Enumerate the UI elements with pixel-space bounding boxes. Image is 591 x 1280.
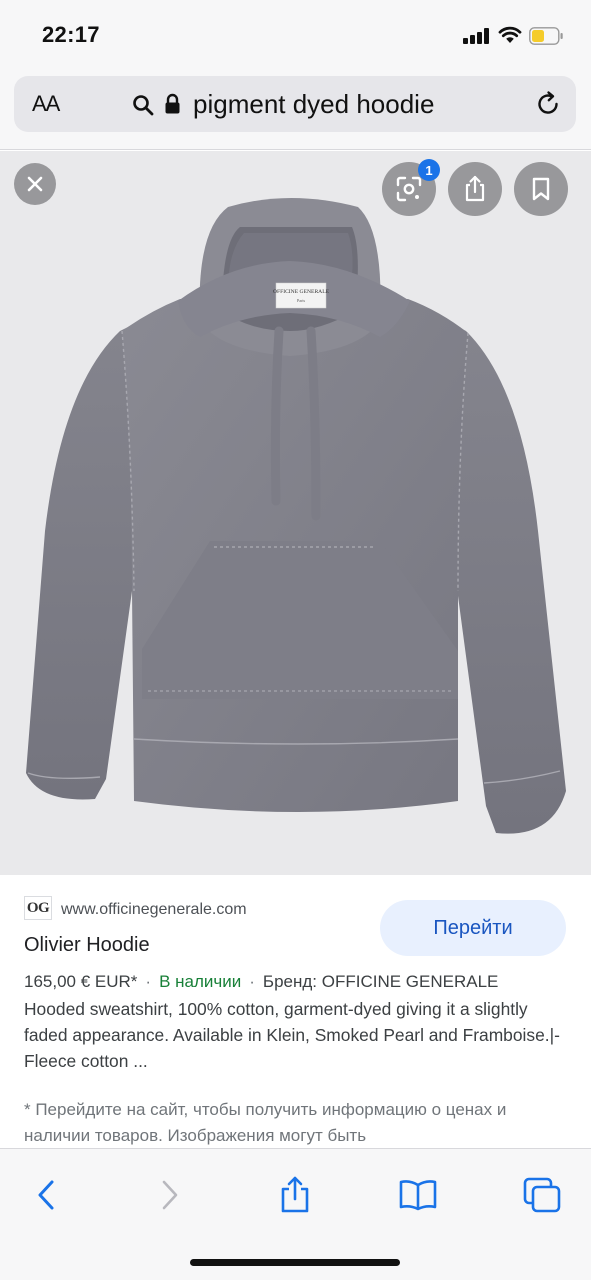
back-button[interactable]: [26, 1175, 66, 1215]
browser-address-area: AA pigment dyed hoodie: [0, 70, 591, 150]
bookmarks-icon: [399, 1180, 437, 1211]
bookmarks-button[interactable]: [398, 1175, 438, 1215]
product-brand: Бренд: OFFICINE GENERALE: [262, 972, 499, 991]
reload-icon[interactable]: [534, 90, 562, 118]
product-title[interactable]: Olivier Hoodie: [24, 934, 150, 957]
site-url[interactable]: www.officinegenerale.com: [61, 901, 247, 919]
tabs-button[interactable]: [522, 1175, 562, 1215]
home-indicator: [190, 1259, 400, 1266]
hoodie-tag-brand: OFFICINE GENERALE: [273, 289, 330, 295]
image-viewer: OFFICINE GENERALE Paris 1: [0, 151, 591, 875]
search-icon: [133, 95, 154, 116]
status-time: 22:17: [42, 22, 100, 47]
text-size-button[interactable]: AA: [32, 90, 60, 118]
back-icon: [38, 1180, 54, 1210]
site-logo: OG: [24, 896, 52, 920]
lock-icon: [165, 93, 180, 114]
product-meta: 165,00 € EUR* · В наличии · Бренд: OFFICINE …: [24, 972, 499, 991]
address-bar[interactable]: AA pigment dyed hoodie: [14, 76, 576, 132]
close-image-button[interactable]: [14, 163, 56, 205]
visit-site-button[interactable]: Перейти: [380, 900, 566, 956]
share-icon: [465, 175, 485, 202]
price-disclaimer: * Перейдите на сайт, чтобы получить инфо…: [24, 1100, 507, 1145]
product-description: Hooded sweatshirt, 100% cotton, garment-…: [24, 999, 560, 1071]
forward-button[interactable]: [150, 1175, 190, 1215]
text-size-label: AA: [32, 91, 60, 116]
share-icon: [281, 1176, 309, 1213]
wifi-icon: [498, 26, 522, 43]
tabs-icon: [523, 1177, 561, 1213]
share-page-button[interactable]: [275, 1175, 315, 1215]
cellular-signal-icon: [463, 28, 491, 44]
browser-toolbar: [0, 1148, 591, 1280]
hoodie-product-image[interactable]: OFFICINE GENERALE Paris: [0, 151, 591, 875]
stock-status: В наличии: [159, 972, 242, 991]
battery-icon: [529, 27, 563, 45]
hoodie-tag-sub: Paris: [297, 298, 305, 303]
share-image-button[interactable]: [448, 162, 502, 216]
result-info: OG www.officinegenerale.com Перейти Oliv…: [0, 876, 591, 1148]
status-bar: 22:17: [0, 0, 591, 70]
lens-count-badge: 1: [418, 159, 440, 181]
close-icon: [27, 176, 43, 192]
forward-icon: [162, 1180, 178, 1210]
address-query: pigment dyed hoodie: [193, 89, 435, 119]
lens-icon: [396, 176, 422, 202]
bookmark-icon: [532, 177, 550, 201]
save-image-button[interactable]: [514, 162, 568, 216]
product-price: 165,00 € EUR*: [24, 972, 138, 991]
